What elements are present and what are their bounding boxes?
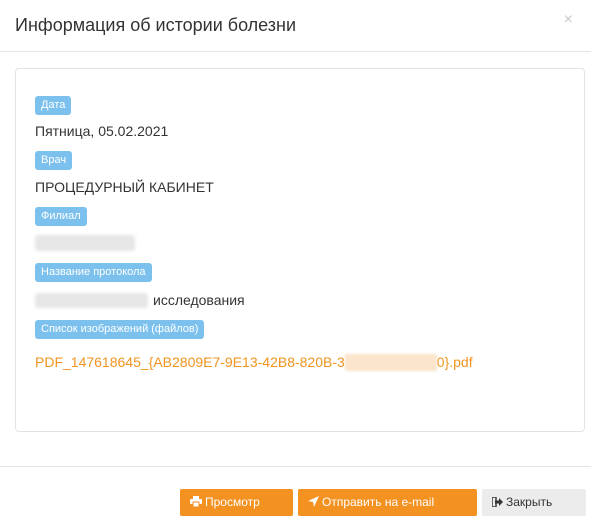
- modal-header: Информация об истории болезни ×: [0, 0, 591, 52]
- close-button[interactable]: Закрыть: [482, 489, 586, 516]
- medical-history-modal: Информация об истории болезни × Дата Пят…: [0, 0, 591, 516]
- files-label: Список изображений (файлов): [35, 320, 205, 339]
- pdf-file-name-end: 0}.pdf: [436, 354, 473, 370]
- sign-out-icon: [491, 490, 503, 517]
- doctor-value: ПРОЦЕДУРНЫЙ КАБИНЕТ: [35, 179, 214, 195]
- protocol-value-suffix: исследования: [153, 292, 245, 308]
- branch-label: Филиал: [35, 207, 87, 226]
- pdf-file-link[interactable]: PDF_147618645_{AB2809E7-9E13-42B8-820B-3…: [35, 354, 473, 371]
- print-icon: [190, 490, 202, 517]
- pdf-file-name-redacted: [344, 354, 437, 371]
- close-icon[interactable]: ×: [564, 12, 573, 28]
- modal-title: Информация об истории болезни: [15, 15, 297, 35]
- view-button[interactable]: Просмотр: [180, 489, 293, 516]
- send-icon: [308, 490, 319, 517]
- date-value: Пятница, 05.02.2021: [35, 123, 169, 139]
- footer-divider: [0, 466, 591, 467]
- send-email-button-label: Отправить на e-mail: [322, 495, 435, 509]
- send-email-button[interactable]: Отправить на e-mail: [298, 489, 477, 516]
- close-button-label: Закрыть: [506, 495, 553, 509]
- doctor-label: Врач: [35, 151, 73, 170]
- protocol-name-redacted: [35, 293, 148, 308]
- branch-value-redacted: [35, 235, 135, 251]
- date-label: Дата: [35, 96, 72, 115]
- protocol-label: Название протокола: [35, 263, 152, 282]
- pdf-file-name-start: PDF_147618645_{AB2809E7-9E13-42B8-820B-3: [35, 354, 345, 370]
- view-button-label: Просмотр: [205, 495, 260, 509]
